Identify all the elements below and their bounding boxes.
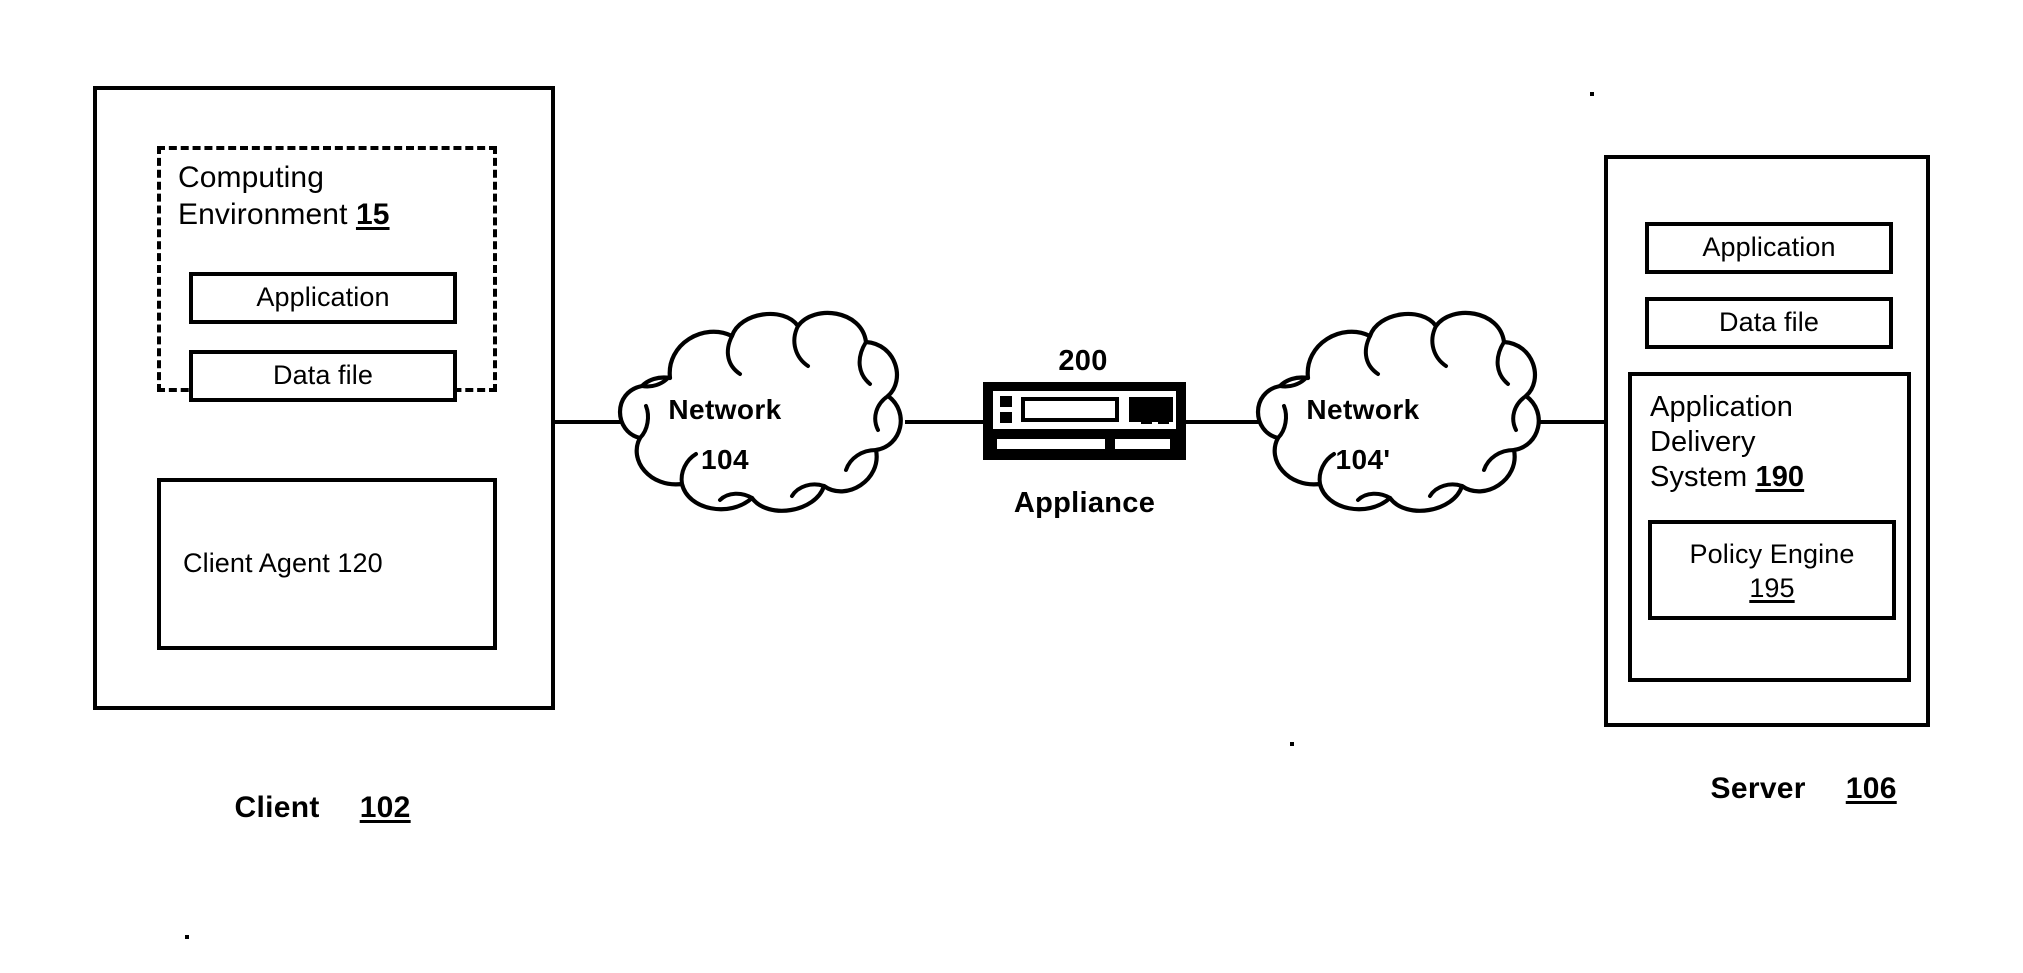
appliance-indicator-led-top xyxy=(1000,396,1012,407)
policy-engine-module[interactable]: Policy Engine 195 xyxy=(1648,520,1896,620)
policy-engine-label: Policy Engine xyxy=(1689,539,1855,569)
appliance-label-text: Appliance xyxy=(1013,487,1156,519)
client-caption: Client 102 xyxy=(200,757,411,859)
server-application-module[interactable]: Application xyxy=(1645,222,1893,274)
network-left-cloud: Network 104 xyxy=(600,300,920,550)
client-data-file-label: Data file xyxy=(273,360,373,391)
server-caption-ref: 106 xyxy=(1845,772,1897,805)
computing-environment-title-line1: Computing xyxy=(178,161,324,194)
appliance-vent-bar-left xyxy=(997,439,1105,449)
client-application-label: Application xyxy=(256,282,390,313)
scan-speck-upper-right xyxy=(1590,92,1594,96)
ads-title-line2: Delivery xyxy=(1650,425,1756,458)
appliance-indicator-led-bottom xyxy=(1000,412,1012,423)
client-application-module[interactable]: Application xyxy=(189,272,457,324)
appliance-ref-text: 200 xyxy=(1058,345,1108,377)
server-application-label: Application xyxy=(1702,232,1836,263)
ads-ref: 190 xyxy=(1755,460,1805,493)
appliance-vent-bar-right xyxy=(1115,439,1170,449)
server-data-file-label: Data file xyxy=(1719,307,1819,338)
computing-environment-title: Computing Environment 15 xyxy=(178,160,488,233)
ads-title-line3: System xyxy=(1650,460,1748,493)
computing-environment-ref: 15 xyxy=(355,197,390,231)
appliance-lower-panel xyxy=(993,435,1176,453)
client-agent-module[interactable]: Client Agent 120 xyxy=(157,478,497,650)
appliance-keypad-dot-tr xyxy=(1158,397,1169,408)
client-caption-ref: 102 xyxy=(359,791,411,824)
figure-canvas: Computing Environment 15 Application Dat… xyxy=(0,0,2023,973)
application-delivery-system-title: Application Delivery System 190 xyxy=(1650,390,1900,494)
network-right-cloud: Network 104' xyxy=(1238,300,1558,550)
server-caption: Server 106 xyxy=(1676,738,1897,840)
scan-speck-lower-left xyxy=(185,935,189,939)
client-caption-label: Client xyxy=(234,791,320,824)
server-caption-label: Server xyxy=(1710,772,1806,805)
cloud-icon xyxy=(1238,300,1558,550)
scan-speck-center-bottom xyxy=(1290,742,1294,746)
appliance-label: Appliance xyxy=(983,487,1186,520)
application-delivery-system-module[interactable]: Application Delivery System 190 Policy E… xyxy=(1628,372,1911,682)
client-data-file-module[interactable]: Data file xyxy=(189,350,457,402)
appliance-device[interactable] xyxy=(983,382,1186,460)
client-agent-label: Client Agent 120 xyxy=(183,548,383,579)
appliance-keypad-dot-br xyxy=(1158,413,1169,424)
appliance-drive-slot xyxy=(1021,397,1119,422)
policy-engine-ref: 195 xyxy=(1749,572,1795,603)
ads-title-line1: Application xyxy=(1650,391,1793,423)
computing-environment-title-line2: Environment xyxy=(178,197,348,231)
cloud-icon xyxy=(600,300,920,550)
appliance-keypad-dot-tl xyxy=(1141,397,1152,408)
appliance-keypad-dot-bl xyxy=(1141,413,1152,424)
server-data-file-module[interactable]: Data file xyxy=(1645,297,1893,349)
appliance-ref: 200 xyxy=(983,345,1183,378)
